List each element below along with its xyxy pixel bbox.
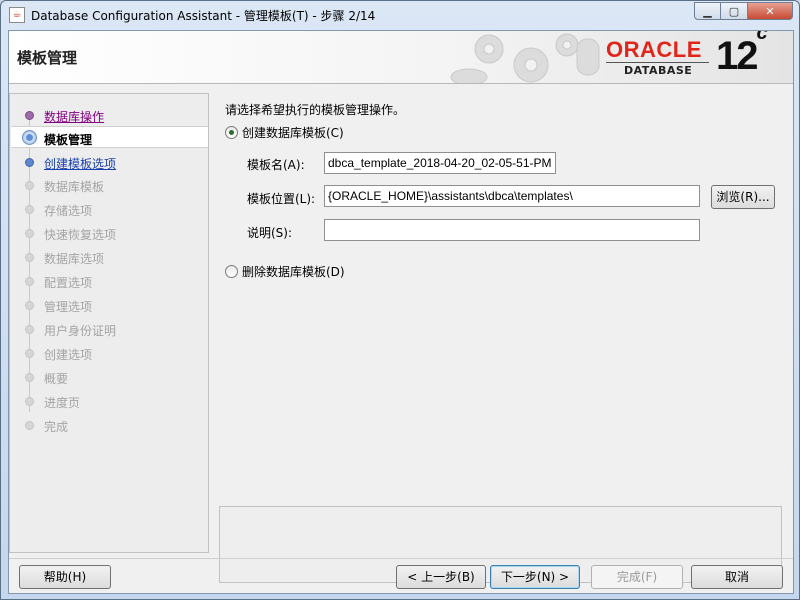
next-button[interactable]: 下一步(N) >	[490, 565, 580, 589]
nav-step-database-options: 数据库选项	[11, 246, 208, 268]
nav-step-label: 创建选项	[44, 348, 93, 362]
delete-template-label: 删除数据库模板(D)	[242, 265, 345, 279]
dbca-window: ☕ Database Configuration Assistant - 管理模…	[0, 0, 800, 600]
nav-step-label: 快速恢复选项	[44, 228, 117, 242]
nav-step-label: 管理选项	[44, 300, 93, 314]
nav-step-label: 完成	[44, 420, 69, 434]
nav-step-fast-recovery: 快速恢复选项	[11, 222, 208, 244]
nav-step-label: 数据库选项	[44, 252, 105, 266]
footer-divider	[9, 558, 793, 559]
nav-step-label: 进度页	[44, 396, 81, 410]
wizard-header: 模板管理 ORACLE DATABASE 12c	[9, 31, 793, 84]
step-dot-icon	[25, 229, 34, 238]
nav-step-label: 创建模板选项	[44, 157, 117, 171]
step-dot-icon	[25, 181, 34, 190]
nav-step-database-template: 数据库模板	[11, 174, 208, 196]
template-location-input[interactable]: {ORACLE_HOME}\assistants\dbca\templates\	[324, 185, 700, 207]
java-app-icon: ☕	[9, 7, 25, 23]
gears-decoration-icon	[450, 33, 600, 83]
nav-step-create-template-options[interactable]: 创建模板选项	[11, 151, 208, 173]
maximize-button[interactable]: ▢	[721, 2, 748, 20]
window-controls: ▁ ▢ ✕	[694, 2, 793, 20]
description-label: 说明(S):	[247, 226, 293, 240]
help-button[interactable]: 帮助(H)	[19, 565, 111, 589]
nav-step-summary: 概要	[11, 366, 208, 388]
nav-step-finish: 完成	[11, 414, 208, 436]
radio-selected-icon[interactable]	[225, 126, 238, 139]
nav-step-label: 数据库模板	[44, 180, 105, 194]
create-template-radio[interactable]: 创建数据库模板(C)	[225, 124, 344, 141]
step-dot-icon	[25, 373, 34, 382]
nav-step-creation-options: 创建选项	[11, 342, 208, 364]
nav-step-label: 概要	[44, 372, 69, 386]
current-step-icon	[22, 130, 37, 145]
radio-unselected-icon[interactable]	[225, 265, 238, 278]
step-dot-icon	[25, 205, 34, 214]
nav-step-template-management[interactable]: 模板管理	[11, 126, 208, 148]
version-logo: 12c	[716, 31, 768, 79]
nav-step-storage-options: 存储选项	[11, 198, 208, 220]
minimize-button[interactable]: ▁	[694, 2, 721, 20]
step-dot-icon	[25, 111, 34, 120]
oracle-database-text: DATABASE	[624, 64, 693, 77]
version-number: 12	[716, 34, 758, 78]
nav-step-label: 模板管理	[44, 133, 93, 147]
nav-step-label: 数据库操作	[44, 110, 105, 124]
close-button[interactable]: ✕	[748, 2, 793, 20]
version-suffix: c	[756, 31, 768, 44]
step-dot-icon	[25, 158, 34, 167]
title-bar[interactable]: ☕ Database Configuration Assistant - 管理模…	[1, 1, 799, 29]
oracle-brand-text: ORACLE	[606, 37, 702, 62]
window-title: Database Configuration Assistant - 管理模板(…	[31, 9, 376, 23]
nav-step-management-options: 管理选项	[11, 294, 208, 316]
step-dot-icon	[25, 397, 34, 406]
nav-step-label: 配置选项	[44, 276, 93, 290]
nav-step-database-operation[interactable]: 数据库操作	[11, 104, 208, 126]
nav-step-label: 存储选项	[44, 204, 93, 218]
oracle-logo: ORACLE DATABASE	[606, 37, 711, 79]
step-dot-icon	[25, 277, 34, 286]
nav-step-configuration-options: 配置选项	[11, 270, 208, 292]
dialog-client-area: 模板管理 ORACLE DATABASE 12c 数据库操作 模板管理 创建模板…	[8, 30, 794, 594]
description-input[interactable]	[324, 219, 700, 241]
template-location-label: 模板位置(L):	[247, 192, 316, 206]
nav-step-label: 用户身份证明	[44, 324, 117, 338]
nav-step-progress: 进度页	[11, 390, 208, 412]
nav-step-user-credentials: 用户身份证明	[11, 318, 208, 340]
step-dot-icon	[25, 253, 34, 262]
step-dot-icon	[25, 349, 34, 358]
create-template-label: 创建数据库模板(C)	[242, 126, 344, 140]
finish-button: 完成(F)	[591, 565, 683, 589]
main-content: 请选择希望执行的模板管理操作。 创建数据库模板(C) 模板名(A): dbca_…	[219, 93, 793, 583]
step-dot-icon	[25, 301, 34, 310]
back-button[interactable]: < 上一步(B)	[396, 565, 486, 589]
template-name-label: 模板名(A):	[247, 158, 305, 172]
logo-divider	[606, 62, 709, 63]
page-title: 模板管理	[17, 49, 78, 67]
instruction-text: 请选择希望执行的模板管理操作。	[225, 103, 406, 117]
cancel-button[interactable]: 取消	[691, 565, 783, 589]
template-name-input[interactable]: dbca_template_2018-04-20_02-05-51-PM	[324, 152, 556, 174]
step-dot-icon	[25, 421, 34, 430]
step-dot-icon	[25, 325, 34, 334]
step-navigation: 数据库操作 模板管理 创建模板选项 数据库模板 存储选项 快速恢复选项 数据库选…	[9, 93, 209, 553]
delete-template-radio[interactable]: 删除数据库模板(D)	[225, 263, 345, 280]
browse-button[interactable]: 浏览(R)...	[711, 185, 775, 209]
